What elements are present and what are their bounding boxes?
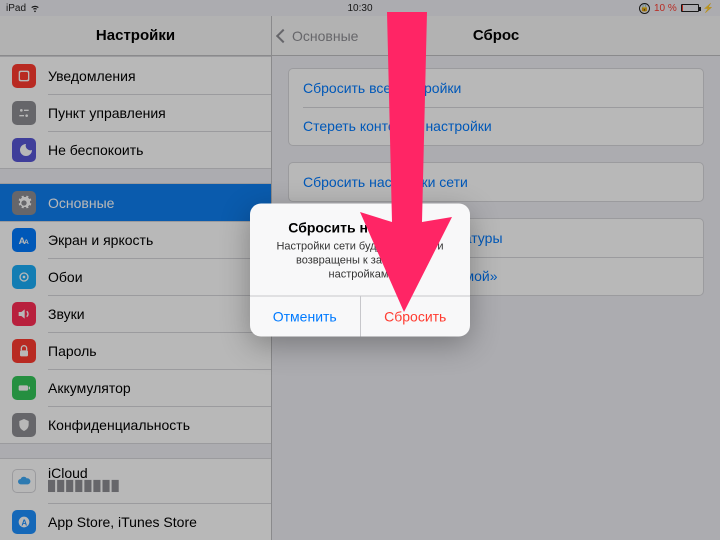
device-frame: iPad 10:30 🔒 10 % ⚡ Настройки Уведомлени bbox=[0, 0, 720, 540]
alert-message: Настройки сети будут удалены и возвращен… bbox=[264, 240, 456, 282]
alert-cancel-button[interactable]: Отменить bbox=[250, 297, 361, 337]
alert-confirm-button[interactable]: Сбросить bbox=[361, 297, 471, 337]
alert-title: Сбросить настройки bbox=[264, 220, 456, 236]
alert-dialog: Сбросить настройки Настройки сети будут … bbox=[250, 204, 470, 337]
